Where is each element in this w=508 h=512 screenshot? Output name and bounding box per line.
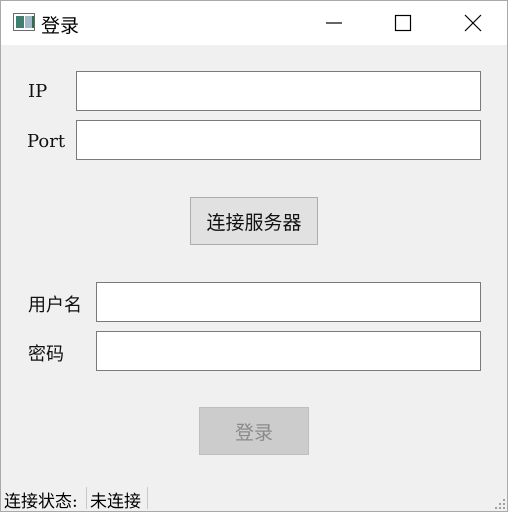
login-window: 登录 IP Port 连接服务器 用户名 密码 登录 连接状态: 未连接	[0, 0, 508, 512]
close-icon	[464, 14, 482, 32]
port-label: Port	[27, 131, 66, 152]
close-button[interactable]	[443, 1, 503, 45]
window-title: 登录	[41, 15, 80, 37]
ip-input[interactable]	[76, 71, 481, 111]
login-button[interactable]: 登录	[199, 407, 309, 455]
status-separator	[147, 487, 148, 509]
username-label: 用户名	[28, 295, 82, 316]
minimize-icon	[326, 22, 342, 24]
connection-status-value: 未连接	[90, 492, 141, 512]
status-bar: 连接状态: 未连接	[1, 485, 507, 512]
maximize-button[interactable]	[373, 1, 433, 45]
status-separator	[86, 487, 87, 509]
port-input[interactable]	[76, 120, 481, 160]
maximize-icon	[394, 14, 412, 32]
ip-label: IP	[28, 81, 48, 102]
title-bar[interactable]: 登录	[1, 1, 507, 45]
size-grip-icon[interactable]	[495, 499, 505, 509]
app-window-icon	[13, 13, 35, 31]
username-input[interactable]	[96, 282, 481, 322]
connect-server-button[interactable]: 连接服务器	[190, 197, 318, 245]
password-input[interactable]	[96, 331, 481, 371]
password-label: 密码	[28, 344, 64, 365]
connection-status-label: 连接状态:	[4, 492, 78, 512]
minimize-button[interactable]	[304, 1, 364, 45]
